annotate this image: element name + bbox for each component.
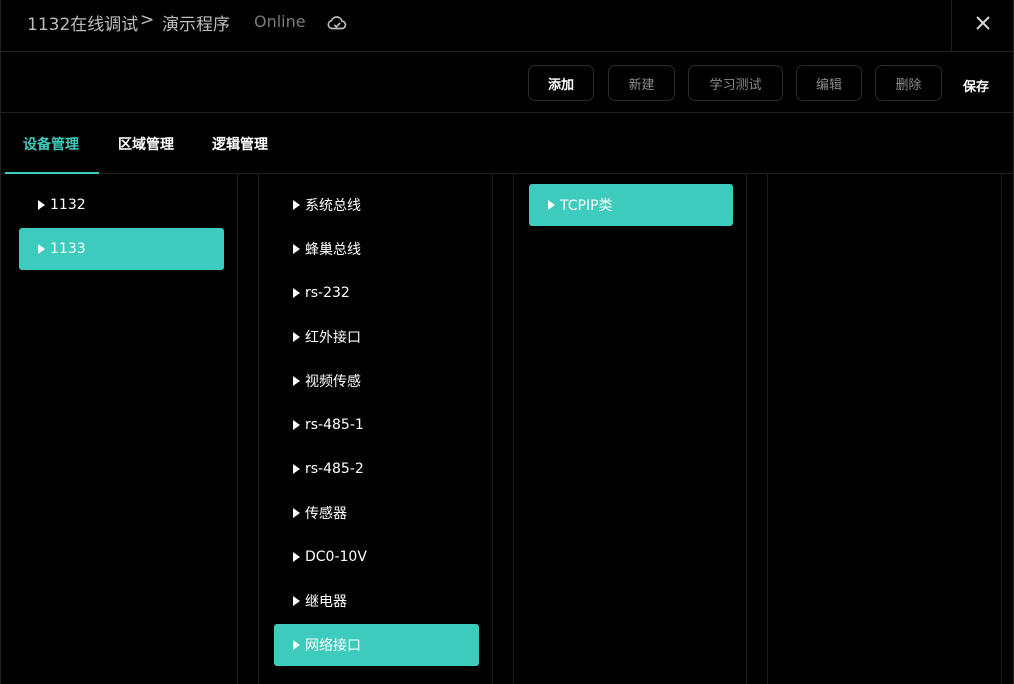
item-label: 蜂巢总线 [305, 242, 361, 258]
item-label: 红外接口 [305, 330, 361, 346]
tab-logic-management[interactable]: 逻辑管理 [212, 134, 268, 154]
caret-right-icon [293, 288, 300, 298]
tab-device-management[interactable]: 设备管理 [23, 134, 79, 154]
item-label: rs-232 [305, 285, 350, 301]
column-divider [767, 174, 768, 684]
caret-right-icon [38, 200, 45, 210]
connection-status: Online [254, 12, 306, 31]
column-divider [237, 174, 238, 684]
item-label: DC0-10V [305, 549, 367, 565]
column-divider [258, 174, 259, 684]
breadcrumb-separator: > [140, 10, 155, 30]
interface-item[interactable]: rs-232 [274, 272, 479, 314]
item-label: 1132 [50, 197, 86, 213]
interface-item[interactable]: rs-485-2 [274, 448, 479, 490]
column-divider [492, 174, 493, 684]
caret-right-icon [38, 244, 45, 254]
tab-area-management[interactable]: 区域管理 [118, 134, 174, 154]
interface-item[interactable]: 视频传感 [274, 360, 479, 402]
item-label: rs-485-2 [305, 461, 364, 477]
app-window: 1132在线调试 > 演示程序 Online 添加 新建 学习测试 编辑 删除 … [0, 0, 1014, 684]
new-button[interactable]: 新建 [608, 65, 675, 101]
interface-item[interactable]: 蜂巢总线 [274, 228, 479, 270]
caret-right-icon [293, 508, 300, 518]
add-button[interactable]: 添加 [528, 65, 594, 101]
caret-right-icon [293, 640, 300, 650]
item-label: 系统总线 [305, 198, 361, 214]
interface-item[interactable]: 传感器 [274, 492, 479, 534]
caret-right-icon [293, 596, 300, 606]
column-divider [1001, 174, 1002, 684]
device-browser: 1132 1133 系统总线 蜂巢总线 rs-232 红外接口 视频传感 rs-… [1, 174, 1014, 684]
category-item-tcpip[interactable]: TCPIP类 [529, 184, 733, 226]
caret-right-icon [293, 552, 300, 562]
item-label: 视频传感 [305, 374, 361, 390]
item-label: rs-485-1 [305, 417, 364, 433]
interface-item[interactable]: 继电器 [274, 580, 479, 622]
breadcrumb-root[interactable]: 1132在线调试 [27, 10, 138, 35]
interface-item[interactable]: rs-485-1 [274, 404, 479, 446]
save-button[interactable]: 保存 [963, 76, 989, 95]
interface-item[interactable]: 系统总线 [274, 184, 479, 226]
learn-test-button[interactable]: 学习测试 [688, 65, 783, 101]
device-item-1133[interactable]: 1133 [19, 228, 224, 270]
item-label: 继电器 [305, 594, 347, 610]
interface-item[interactable]: DC0-10V [274, 536, 479, 578]
cloud-check-icon[interactable] [326, 12, 348, 34]
close-button[interactable] [951, 0, 1014, 52]
item-label: 网络接口 [305, 638, 361, 654]
column-divider [513, 174, 514, 684]
delete-button[interactable]: 删除 [875, 65, 942, 101]
interface-item[interactable]: 红外接口 [274, 316, 479, 358]
caret-right-icon [293, 244, 300, 254]
caret-right-icon [293, 332, 300, 342]
device-item-1132[interactable]: 1132 [19, 184, 224, 226]
item-label: 1133 [50, 241, 86, 257]
caret-right-icon [548, 200, 555, 210]
toolbar: 添加 新建 学习测试 编辑 删除 保存 [1, 52, 1014, 113]
caret-right-icon [293, 420, 300, 430]
interface-item-network[interactable]: 网络接口 [274, 624, 479, 666]
tab-bar: 设备管理 区域管理 逻辑管理 [1, 113, 1014, 174]
caret-right-icon [293, 200, 300, 210]
item-label: 传感器 [305, 506, 347, 522]
edit-button[interactable]: 编辑 [796, 65, 862, 101]
item-label: TCPIP类 [560, 198, 613, 214]
caret-right-icon [293, 376, 300, 386]
title-bar: 1132在线调试 > 演示程序 Online [1, 0, 1014, 52]
close-icon[interactable] [974, 14, 992, 32]
caret-right-icon [293, 464, 300, 474]
column-divider [746, 174, 747, 684]
breadcrumb-page: 演示程序 [162, 15, 230, 35]
